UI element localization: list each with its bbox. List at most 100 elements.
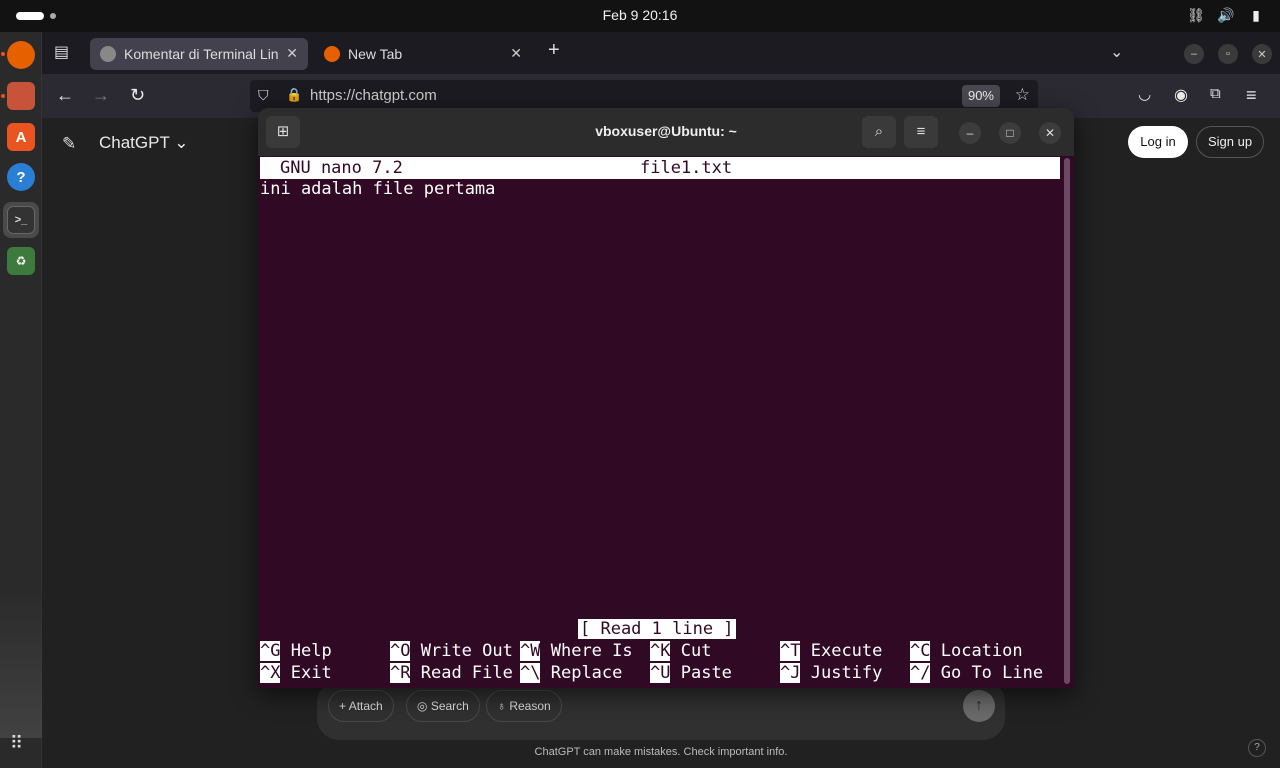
new-tab-icon[interactable]: + — [548, 39, 560, 62]
shortcut-key: ^X — [260, 663, 281, 683]
terminal-minimize-icon[interactable]: – — [959, 122, 981, 144]
network-icon[interactable]: ⛓ — [1187, 6, 1205, 24]
shortcut-exit: ^X Exit — [260, 663, 332, 683]
bulb-icon: ♁ — [497, 699, 506, 713]
minimize-icon[interactable]: – — [1184, 44, 1204, 64]
running-indicator — [1, 94, 5, 98]
shortcut-location: ^C Location — [910, 641, 1023, 661]
close-tab-icon[interactable]: ✕ — [510, 45, 522, 62]
brand-label: ChatGPT — [99, 133, 170, 152]
list-tabs-icon[interactable]: ⌄ — [1110, 42, 1123, 62]
nano-version: GNU nano 7.2 — [280, 158, 403, 178]
shortcut-key: ^/ — [910, 663, 931, 683]
battery-icon[interactable]: ▮ — [1248, 6, 1264, 24]
signup-button[interactable]: Sign up — [1196, 126, 1264, 158]
system-clock[interactable]: Feb 9 20:16 — [0, 7, 1280, 23]
terminal-title: vboxuser@Ubuntu: ~ — [595, 123, 737, 139]
wallpaper-strip — [0, 588, 42, 738]
files-icon[interactable] — [7, 82, 35, 110]
menu-icon[interactable]: ≡ — [1246, 85, 1257, 106]
account-icon[interactable]: ◉ — [1174, 85, 1188, 105]
shortcut-label: Where Is — [550, 641, 633, 661]
extensions-icon[interactable]: ⧉ — [1210, 85, 1221, 102]
shortcut-key: ^W — [520, 641, 541, 661]
terminal-icon[interactable]: >_ — [7, 206, 35, 234]
tracking-shield-icon[interactable]: ⛉ — [258, 87, 269, 104]
nano-status-message: [ Read 1 line ] — [578, 619, 736, 639]
forward-icon[interactable]: → — [92, 85, 110, 106]
system-tray[interactable]: ⛓ 🔊 ▮ — [1187, 6, 1264, 24]
chevron-down-icon: ⌄ — [174, 133, 189, 152]
close-tab-icon[interactable]: ✕ — [286, 45, 298, 62]
app-center-icon[interactable]: A — [7, 123, 35, 151]
shortcut-key: ^G — [260, 641, 281, 661]
nano-filename: file1.txt — [640, 158, 733, 178]
shortcut-help: ^G Help — [260, 641, 332, 661]
back-icon[interactable]: ← — [56, 85, 74, 106]
composer[interactable]: + Attach ◎ Search ♁ Reason ↑ — [317, 680, 1005, 740]
shortcut-label: Replace — [550, 663, 623, 683]
login-button[interactable]: Log in — [1128, 126, 1188, 158]
terminal-close-icon[interactable]: ✕ — [1039, 122, 1061, 144]
shortcut-label: Location — [940, 641, 1023, 661]
running-indicator — [1, 52, 5, 56]
shortcut-key: ^R — [390, 663, 411, 683]
show-apps-icon[interactable]: ⠿ — [10, 733, 23, 754]
tab-komentar[interactable]: Komentar di Terminal Lin ✕ — [90, 38, 308, 70]
tab-label: Komentar di Terminal Lin — [124, 46, 279, 62]
shortcut-key: ^O — [390, 641, 411, 661]
new-chat-icon[interactable]: ✎ — [62, 134, 76, 154]
model-selector[interactable]: ChatGPT ⌄ — [99, 133, 189, 153]
shortcut-key: ^J — [780, 663, 801, 683]
restore-icon[interactable]: ▫ — [1218, 44, 1238, 64]
shortcut-read-file: ^R Read File — [390, 663, 513, 683]
disclaimer: ChatGPT can make mistakes. Check importa… — [534, 746, 788, 758]
url-text[interactable]: https://chatgpt.com — [310, 87, 437, 104]
zoom-level[interactable]: 90% — [961, 85, 1000, 107]
shortcut-label: Justify — [810, 663, 883, 683]
dock: A ? >_ ♻ ⠿ — [0, 32, 42, 768]
help-icon[interactable]: ? — [7, 163, 35, 191]
shortcut-label: Go To Line — [940, 663, 1044, 683]
system-top-bar: Feb 9 20:16 ⛓ 🔊 ▮ — [0, 0, 1280, 32]
shortcut-justify: ^J Justify — [780, 663, 882, 683]
shortcut-label: Write Out — [420, 641, 513, 661]
tab-overview-icon[interactable]: ▤ — [54, 42, 69, 62]
shortcut-key: ^U — [650, 663, 671, 683]
shortcut-key: ^C — [910, 641, 931, 661]
tab-new-tab[interactable]: New Tab ✕ — [314, 38, 532, 70]
search-label: Search — [430, 699, 469, 713]
bookmark-star-icon[interactable]: ☆ — [1015, 85, 1030, 105]
search-button[interactable]: ◎ Search — [406, 690, 480, 722]
terminal-header: ⊞ vboxuser@Ubuntu: ~ ⌕ ≡ – □ ✕ — [258, 108, 1074, 156]
globe-icon: ◎ — [417, 699, 428, 713]
reason-button[interactable]: ♁ Reason — [486, 690, 562, 722]
lock-icon[interactable]: 🔒 — [286, 87, 302, 103]
terminal-scrollbar[interactable] — [1064, 158, 1070, 684]
shortcut-go-to-line: ^/ Go To Line — [910, 663, 1043, 683]
terminal-maximize-icon[interactable]: □ — [999, 122, 1021, 144]
pocket-icon[interactable]: ◡ — [1138, 85, 1151, 103]
nano-title-bar: GNU nano 7.2 file1.txt — [260, 157, 1060, 179]
attach-button[interactable]: + Attach — [328, 690, 394, 722]
send-button[interactable]: ↑ — [963, 690, 995, 722]
chatgpt-favicon-icon — [100, 46, 116, 62]
reload-icon[interactable]: ↻ — [130, 85, 145, 106]
shortcut-label: Paste — [680, 663, 732, 683]
shortcut-replace: ^\ Replace — [520, 663, 622, 683]
nano-editor-content[interactable]: ini adalah file pertama — [260, 179, 495, 199]
shortcut-key: ^\ — [520, 663, 541, 683]
shortcut-key: ^K — [650, 641, 671, 661]
firefox-icon[interactable] — [7, 41, 35, 69]
terminal-menu-icon[interactable]: ≡ — [904, 116, 938, 148]
trash-icon[interactable]: ♻ — [7, 247, 35, 275]
help-button[interactable]: ? — [1248, 739, 1266, 757]
close-window-icon[interactable]: ✕ — [1252, 44, 1272, 64]
terminal-search-icon[interactable]: ⌕ — [862, 116, 896, 148]
terminal-window: ⊞ vboxuser@Ubuntu: ~ ⌕ ≡ – □ ✕ GNU nano … — [258, 108, 1074, 688]
shortcut-label: Execute — [810, 641, 883, 661]
volume-icon[interactable]: 🔊 — [1217, 6, 1234, 24]
shortcut-label: Exit — [290, 663, 332, 683]
reason-label: Reason — [509, 699, 551, 713]
shortcut-cut: ^K Cut — [650, 641, 711, 661]
